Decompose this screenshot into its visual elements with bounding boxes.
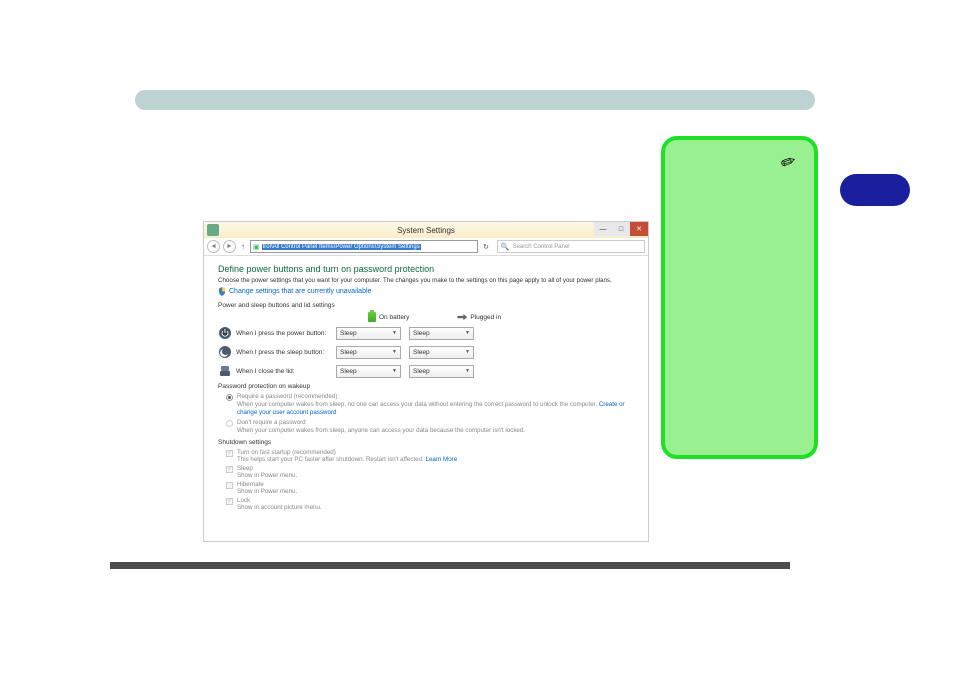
checkbox-icon: ✓: [226, 466, 233, 473]
lock-desc: Show in account picture menu.: [237, 504, 322, 512]
require-password-radio[interactable]: Require a password (recommended) When yo…: [226, 393, 634, 417]
plugged-label: Plugged in: [470, 314, 501, 321]
search-input[interactable]: 🔍 Search Control Panel: [497, 240, 645, 253]
power-button-label: When I press the power button:: [236, 330, 336, 337]
addressbar[interactable]: ▣ trol\All Control Panel Items\Power Opt…: [250, 240, 478, 253]
radio-icon: [226, 420, 233, 427]
plugged-column: Plugged in: [457, 312, 501, 322]
power-button-row: When I press the power button: Sleep▼ Sl…: [218, 326, 634, 340]
address-path: trol\All Control Panel Items\Power Optio…: [262, 244, 421, 250]
require-password-desc: When your computer wakes from sleep, no …: [237, 401, 634, 417]
content-area: Define power buttons and turn on passwor…: [204, 256, 648, 541]
chevron-down-icon: ▼: [392, 368, 397, 374]
change-settings-text: Change settings that are currently unava…: [229, 288, 371, 295]
no-password-label: Don't require a password: [237, 419, 525, 426]
search-placeholder: Search Control Panel: [513, 244, 570, 250]
checkbox-icon: [226, 482, 233, 489]
power-button-icon: [218, 326, 232, 340]
no-password-radio[interactable]: Don't require a password When your compu…: [226, 419, 634, 435]
lock-label: Lock: [237, 497, 322, 504]
close-button[interactable]: ✕: [630, 222, 648, 236]
sleep-button-label: When I press the sleep button:: [236, 349, 336, 356]
window-controls: — □ ✕: [594, 222, 648, 238]
sleep-button-plugged-select[interactable]: Sleep▼: [409, 346, 474, 359]
chevron-down-icon: ▼: [465, 368, 470, 374]
lock-check[interactable]: ✓ Lock Show in account picture menu.: [226, 497, 634, 512]
hibernate-check[interactable]: Hibernate Show in Power menu.: [226, 481, 634, 496]
hibernate-desc: Show in Power menu.: [237, 488, 297, 496]
sleep-button-row: When I press the sleep button: Sleep▼ Sl…: [218, 345, 634, 359]
fast-startup-check[interactable]: ✓ Turn on fast startup (recommended) Thi…: [226, 449, 634, 464]
plug-icon: [457, 314, 467, 320]
control-panel-icon: [207, 224, 219, 236]
change-settings-link[interactable]: Change settings that are currently unava…: [218, 287, 634, 296]
titlebar: System Settings — □ ✕: [204, 222, 648, 238]
sleep-label: Sleep: [237, 465, 297, 472]
battery-column: On battery: [368, 312, 409, 322]
bottom-shadow: [110, 562, 790, 569]
battery-label: On battery: [379, 314, 409, 321]
column-headers: On battery Plugged in: [368, 312, 634, 322]
control-panel-crumb-icon: ▣: [253, 243, 260, 251]
radio-icon: [226, 394, 233, 401]
power-button-plugged-select[interactable]: Sleep▼: [409, 327, 474, 340]
fast-startup-desc: This helps start your PC faster after sh…: [237, 456, 457, 464]
page-heading: Define power buttons and turn on passwor…: [218, 264, 634, 274]
checkbox-icon: ✓: [226, 450, 233, 457]
lid-plugged-select[interactable]: Sleep▼: [409, 365, 474, 378]
fast-startup-label: Turn on fast startup (recommended): [237, 449, 457, 456]
battery-icon: [368, 312, 376, 322]
lid-row: When I close the lid: Sleep▼ Sleep▼: [218, 364, 634, 378]
shutdown-section-label: Shutdown settings: [218, 439, 634, 446]
search-icon: 🔍: [501, 243, 510, 251]
sleep-button-icon: [218, 345, 232, 359]
minimize-button[interactable]: —: [594, 222, 612, 236]
sleep-desc: Show in Power menu.: [237, 472, 297, 480]
lid-battery-select[interactable]: Sleep▼: [336, 365, 401, 378]
page-description: Choose the power settings that you want …: [218, 277, 634, 285]
chevron-down-icon: ▼: [465, 349, 470, 355]
learn-more-link[interactable]: Learn More: [426, 456, 458, 463]
buttons-section-label: Power and sleep buttons and lid settings: [218, 302, 634, 309]
shield-icon: [218, 287, 226, 296]
top-bar: [135, 90, 815, 110]
checkbox-icon: ✓: [226, 498, 233, 505]
pen-icon: ✏: [778, 150, 799, 175]
maximize-button[interactable]: □: [612, 222, 630, 236]
forward-button[interactable]: ►: [223, 240, 236, 253]
window-title: System Settings: [397, 226, 455, 235]
sleep-button-battery-select[interactable]: Sleep▼: [336, 346, 401, 359]
hibernate-label: Hibernate: [237, 481, 297, 488]
lid-label: When I close the lid:: [236, 368, 336, 375]
chevron-down-icon: ▼: [392, 330, 397, 336]
require-password-label: Require a password (recommended): [237, 393, 634, 400]
chevron-down-icon: ▼: [465, 330, 470, 336]
chevron-down-icon: ▼: [392, 349, 397, 355]
note-box: ✏: [661, 136, 818, 459]
power-button-battery-select[interactable]: Sleep▼: [336, 327, 401, 340]
no-password-desc: When your computer wakes from sleep, any…: [237, 427, 525, 435]
up-button[interactable]: ↑: [239, 242, 247, 251]
refresh-button[interactable]: ↻: [481, 243, 491, 251]
lid-icon: [218, 364, 232, 378]
blue-pill: [840, 174, 910, 206]
sleep-check[interactable]: ✓ Sleep Show in Power menu.: [226, 465, 634, 480]
system-settings-window: System Settings — □ ✕ ◄ ► ↑ ▣ trol\All C…: [203, 221, 649, 542]
toolbar: ◄ ► ↑ ▣ trol\All Control Panel Items\Pow…: [204, 238, 648, 256]
back-button[interactable]: ◄: [207, 240, 220, 253]
password-section-label: Password protection on wakeup: [218, 383, 634, 390]
